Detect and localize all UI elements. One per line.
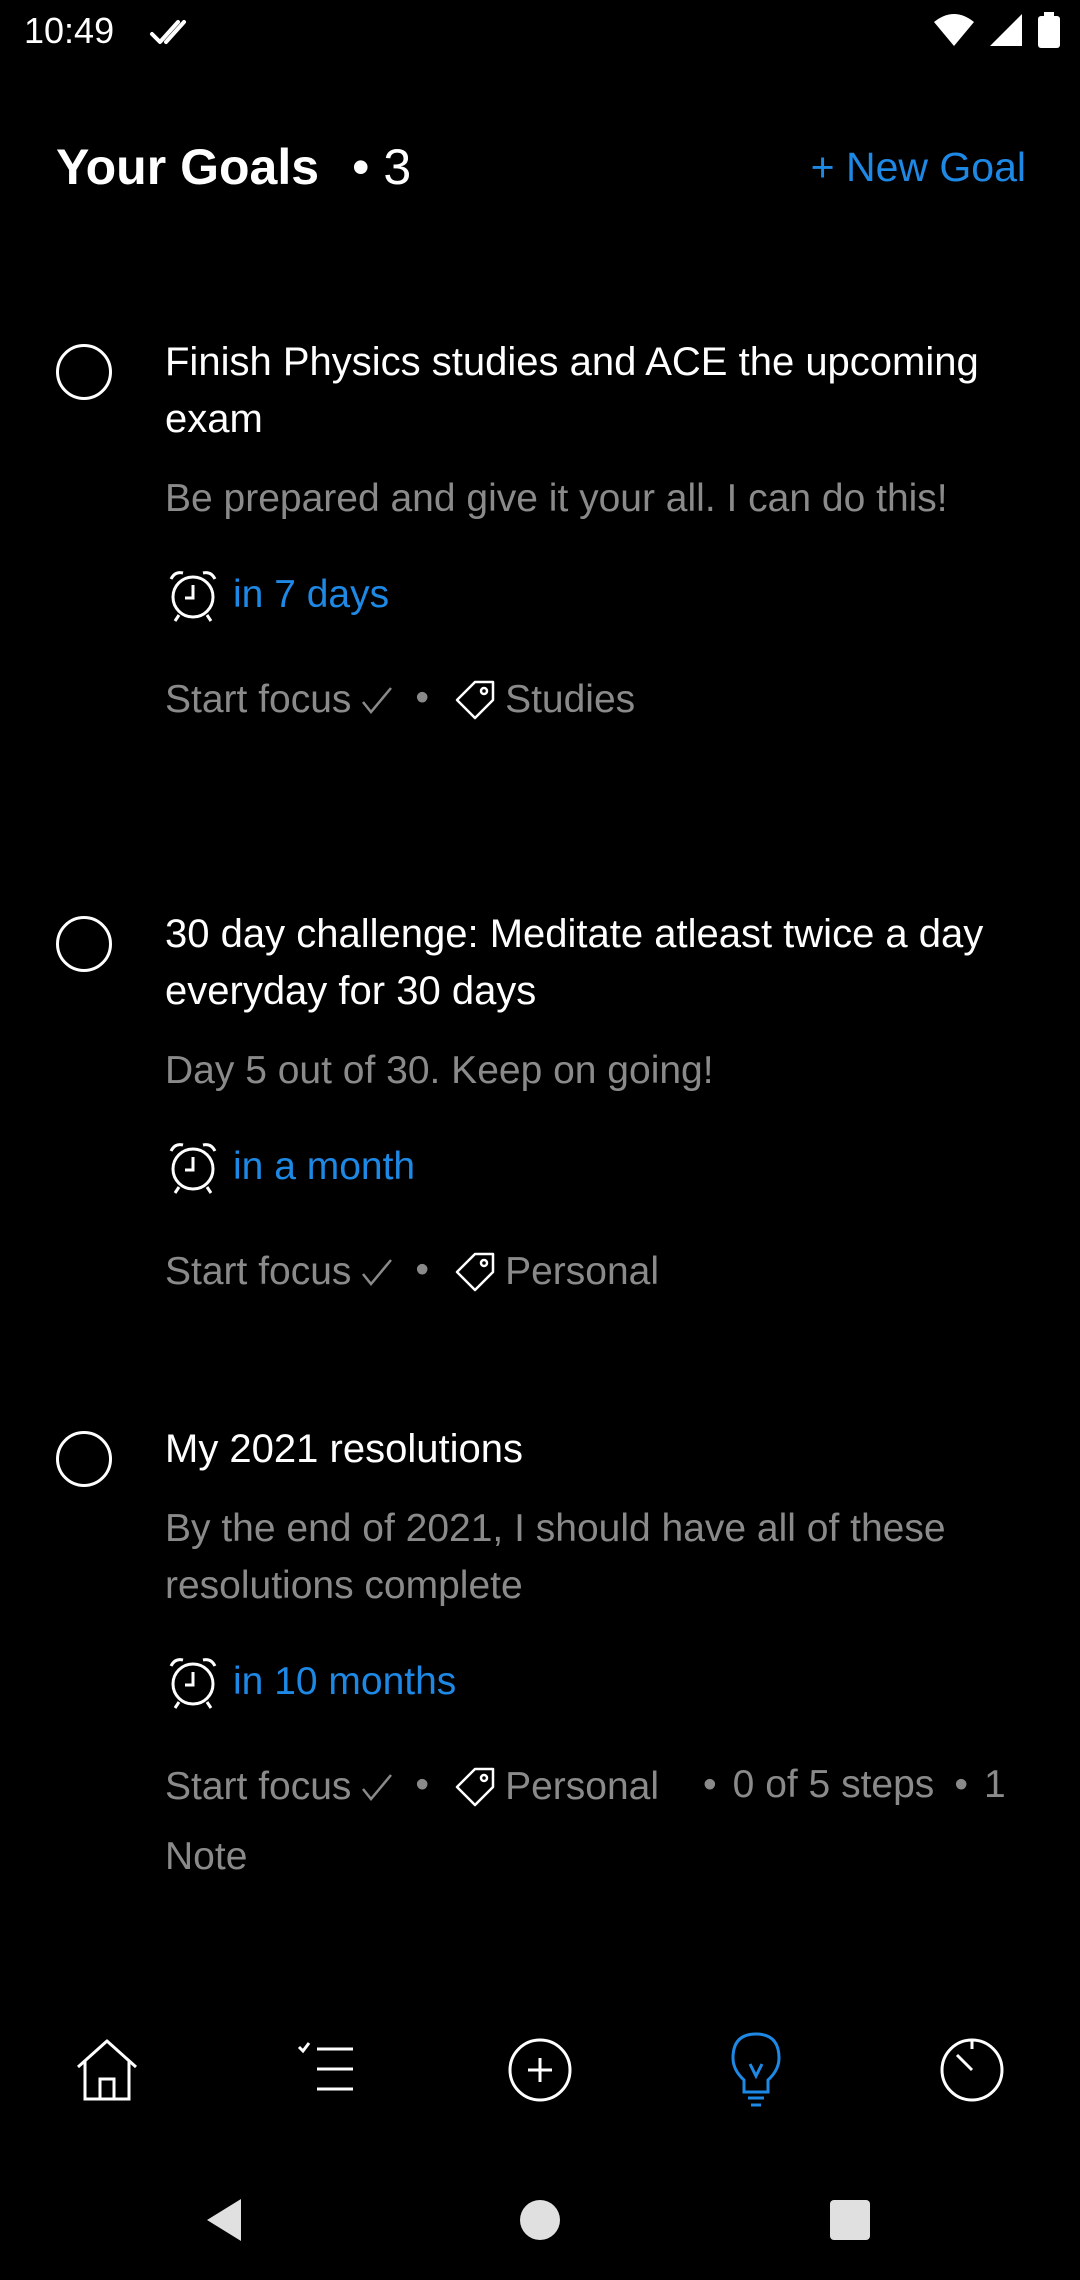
start-focus-button[interactable]: Start focus — [165, 665, 395, 735]
start-focus-button[interactable]: Start focus — [165, 1752, 395, 1822]
goal-tag[interactable]: Personal — [445, 1752, 659, 1822]
start-focus-label: Start focus — [165, 677, 352, 721]
new-goal-button[interactable]: + New Goal — [811, 144, 1026, 191]
tag-icon — [455, 1252, 495, 1291]
separator: • — [415, 1248, 430, 1291]
nav-tasks[interactable] — [276, 2020, 376, 2120]
goal-due: in a month — [165, 1139, 1045, 1195]
wifi-icon — [934, 14, 974, 46]
nav-goals[interactable] — [706, 2020, 806, 2120]
goal-body: My 2021 resolutions By the end of 2021, … — [165, 1427, 1045, 1892]
back-triangle-icon — [207, 2199, 241, 2241]
battery-icon — [1038, 12, 1060, 48]
goal-tag-label: Studies — [505, 677, 636, 721]
task-list-icon — [297, 2042, 353, 2091]
goals-header: Your Goals • 3 + New Goal — [56, 138, 1026, 202]
system-home-button[interactable] — [500, 2180, 580, 2260]
goal-meta: Start focus • Personal • 0 of 5 steps • 1 N… — [165, 1750, 1045, 1892]
timer-icon — [940, 2038, 1004, 2102]
goal-body: Finish Physics studies and ACE the upcom… — [165, 340, 1045, 735]
goal-meta: Start focus • Personal — [165, 1235, 1045, 1307]
goal-count: • 3 — [352, 139, 412, 195]
home-circle-icon — [520, 2200, 560, 2240]
check-icon — [362, 1773, 393, 1801]
recents-square-icon — [830, 2200, 870, 2240]
goal-due: in 10 months — [165, 1654, 1045, 1710]
start-focus-button[interactable]: Start focus — [165, 1237, 395, 1307]
goal-due: in 7 days — [165, 567, 1045, 623]
tag-icon — [455, 1767, 495, 1806]
goal-complete-checkbox[interactable] — [56, 1431, 112, 1487]
goal-title: Finish Physics studies and ACE the upcom… — [165, 340, 979, 441]
goal-due-text: in 10 months — [233, 1660, 457, 1703]
page-title: Your Goals — [56, 139, 320, 195]
separator: • — [954, 1763, 968, 1806]
alarm-clock-icon — [169, 571, 217, 622]
goal-description: Be prepared and give it your all. I can … — [165, 477, 948, 520]
bottom-navigation — [0, 2020, 1080, 2120]
goal-due-text: in 7 days — [233, 573, 390, 616]
goal-title: 30 day challenge: Meditate atleast twice… — [165, 912, 984, 1013]
system-navigation-bar — [0, 2160, 1080, 2280]
home-icon — [76, 2039, 138, 2101]
separator: • — [703, 1763, 717, 1806]
goal-description: By the end of 2021, I should have all of… — [165, 1507, 946, 1607]
start-focus-label: Start focus — [165, 1764, 352, 1808]
lightbulb-icon — [731, 2032, 781, 2107]
nav-add[interactable] — [490, 2020, 590, 2120]
goal-body: 30 day challenge: Meditate atleast twice… — [165, 912, 1045, 1307]
goal-complete-checkbox[interactable] — [56, 916, 112, 972]
status-icons — [934, 12, 1060, 48]
goal-meta: Start focus • Studies — [165, 663, 1045, 735]
check-icon — [362, 1258, 393, 1286]
status-time: 10:49 — [24, 10, 115, 51]
start-focus-label: Start focus — [165, 1249, 352, 1293]
system-recents-button[interactable] — [810, 2180, 890, 2260]
goal-complete-checkbox[interactable] — [56, 344, 112, 400]
nav-home[interactable] — [57, 2020, 157, 2120]
alarm-clock-icon — [169, 1143, 217, 1194]
tag-icon — [455, 680, 495, 719]
system-back-button[interactable] — [186, 2180, 266, 2260]
goal-tag[interactable]: Personal — [445, 1237, 659, 1307]
goal-tag-label: Personal — [505, 1249, 660, 1293]
separator: • — [415, 676, 430, 719]
nav-focus-timer[interactable] — [922, 2020, 1022, 2120]
alarm-clock-icon — [169, 1658, 217, 1709]
separator: • — [415, 1763, 430, 1806]
goal-steps[interactable]: 0 of 5 steps — [733, 1763, 935, 1806]
check-double-icon — [150, 20, 186, 44]
add-circle-icon — [508, 2038, 572, 2102]
signal-icon — [990, 14, 1022, 46]
goal-description: Day 5 out of 30. Keep on going! — [165, 1049, 714, 1092]
check-icon — [362, 686, 393, 714]
goal-tag-label: Personal — [505, 1764, 660, 1808]
status-bar: 10:49 — [0, 0, 1080, 66]
goal-title: My 2021 resolutions — [165, 1427, 523, 1471]
goal-tag[interactable]: Studies — [445, 665, 635, 735]
goal-due-text: in a month — [233, 1145, 416, 1188]
